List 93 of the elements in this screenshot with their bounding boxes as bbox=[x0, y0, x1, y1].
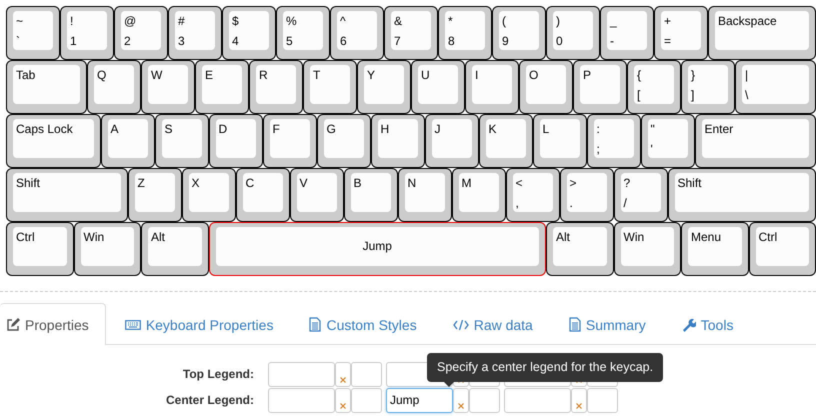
keycap[interactable]: W bbox=[141, 60, 195, 114]
keycap[interactable]: I bbox=[465, 60, 519, 114]
keycap[interactable]: P bbox=[573, 60, 627, 114]
keycap[interactable]: ~ ` bbox=[6, 6, 60, 60]
keycap[interactable]: L bbox=[532, 114, 586, 168]
legend-field[interactable] bbox=[504, 388, 571, 412]
keycap[interactable]: ? / bbox=[614, 168, 668, 222]
keycap[interactable]: : ; bbox=[586, 114, 640, 168]
keycap[interactable]: Tab bbox=[6, 60, 87, 114]
keycap[interactable]: V bbox=[290, 168, 344, 222]
keycap[interactable]: ( 9 bbox=[492, 6, 546, 60]
keycap[interactable]: _ - bbox=[600, 6, 654, 60]
keycap[interactable]: # 3 bbox=[168, 6, 222, 60]
tooltip: Specify a center legend for the keycap. bbox=[427, 353, 664, 382]
keycap[interactable]: ) 0 bbox=[546, 6, 600, 60]
legend-field[interactable]: Jump bbox=[386, 388, 453, 412]
size-field[interactable] bbox=[587, 388, 618, 412]
field-label: Center Legend: bbox=[164, 393, 254, 407]
keycap[interactable]: < , bbox=[506, 168, 560, 222]
tab[interactable]: Keyboard Properties bbox=[108, 303, 290, 345]
legend-field[interactable] bbox=[268, 388, 335, 412]
tab[interactable]: Tools bbox=[664, 303, 750, 345]
keycap[interactable]: " ' bbox=[640, 114, 694, 168]
size-field[interactable] bbox=[351, 388, 382, 412]
edit-icon bbox=[6, 318, 20, 332]
field-label: Top Legend: bbox=[182, 367, 254, 381]
keycap[interactable]: O bbox=[519, 60, 573, 114]
keycap[interactable]: A bbox=[100, 114, 154, 168]
clear-button[interactable] bbox=[571, 388, 587, 412]
clear-button[interactable] bbox=[335, 388, 351, 412]
keycap[interactable]: @ 2 bbox=[114, 6, 168, 60]
keycap[interactable]: { [ bbox=[627, 60, 681, 114]
keycap[interactable]: B bbox=[344, 168, 398, 222]
cross-icon bbox=[340, 376, 346, 382]
keycap[interactable]: K bbox=[478, 114, 532, 168]
keycap[interactable]: X bbox=[182, 168, 236, 222]
clear-button[interactable] bbox=[453, 388, 469, 412]
keycap[interactable]: $ 4 bbox=[222, 6, 276, 60]
keycap[interactable]: C bbox=[236, 168, 290, 222]
cross-icon bbox=[340, 402, 346, 408]
keycap[interactable]: > . bbox=[560, 168, 614, 222]
keycap[interactable]: F bbox=[262, 114, 316, 168]
size-field[interactable] bbox=[469, 388, 500, 412]
keycap[interactable]: % 5 bbox=[276, 6, 330, 60]
keycap[interactable]: Ctrl bbox=[748, 222, 816, 276]
keyboard-icon bbox=[124, 318, 141, 330]
legend-field[interactable] bbox=[268, 362, 335, 386]
keycap[interactable]: Shift bbox=[668, 168, 816, 222]
keycap[interactable]: M bbox=[452, 168, 506, 222]
tab[interactable]: Properties bbox=[0, 303, 106, 345]
keycap[interactable]: Z bbox=[128, 168, 182, 222]
keycap[interactable]: ^ 6 bbox=[330, 6, 384, 60]
keycap[interactable]: * 8 bbox=[438, 6, 492, 60]
keycap[interactable]: Alt bbox=[546, 222, 614, 276]
keycap[interactable]: Win bbox=[614, 222, 681, 276]
keycap[interactable]: Win bbox=[74, 222, 141, 276]
keycap[interactable]: ! 1 bbox=[60, 6, 114, 60]
size-field[interactable] bbox=[351, 362, 382, 386]
clear-button[interactable] bbox=[335, 362, 351, 386]
keycap[interactable]: R bbox=[249, 60, 303, 114]
keycap[interactable]: U bbox=[411, 60, 465, 114]
keycap[interactable]: + = bbox=[654, 6, 708, 60]
keycap[interactable]: N bbox=[398, 168, 452, 222]
keycap[interactable]: E bbox=[195, 60, 249, 114]
file-icon bbox=[309, 317, 322, 332]
keycap[interactable]: Menu bbox=[681, 222, 748, 276]
keycap[interactable]: Y bbox=[357, 60, 411, 114]
keycap[interactable]: | \ bbox=[735, 60, 816, 114]
keycap[interactable]: Alt bbox=[141, 222, 208, 276]
keycap[interactable]: Q bbox=[87, 60, 141, 114]
file-icon bbox=[568, 317, 581, 332]
wrench-icon bbox=[682, 318, 696, 332]
tooltip-pointer-icon bbox=[444, 382, 454, 387]
keycap[interactable]: Ctrl bbox=[6, 222, 74, 276]
keycap[interactable]: D bbox=[208, 114, 262, 168]
keycap[interactable]: } ] bbox=[681, 60, 735, 114]
tab[interactable]: Summary bbox=[552, 303, 663, 345]
keycap[interactable]: S bbox=[154, 114, 208, 168]
keycap[interactable]: Caps Lock bbox=[6, 114, 100, 168]
keycap[interactable]: G bbox=[316, 114, 370, 168]
keycap[interactable]: T bbox=[303, 60, 357, 114]
keycap[interactable]: H bbox=[370, 114, 424, 168]
keycap[interactable]: Shift bbox=[6, 168, 128, 222]
keycap[interactable]: Jump bbox=[208, 222, 546, 276]
keycap[interactable]: & 7 bbox=[384, 6, 438, 60]
cross-icon bbox=[458, 402, 464, 408]
keycap[interactable]: J bbox=[424, 114, 478, 168]
tab[interactable]: Custom Styles bbox=[292, 303, 434, 345]
keycap[interactable]: Backspace bbox=[708, 6, 816, 60]
keycap[interactable]: Enter bbox=[694, 114, 816, 168]
cross-icon bbox=[576, 402, 582, 408]
tab[interactable]: Raw data bbox=[436, 303, 550, 345]
code-icon bbox=[452, 318, 469, 330]
